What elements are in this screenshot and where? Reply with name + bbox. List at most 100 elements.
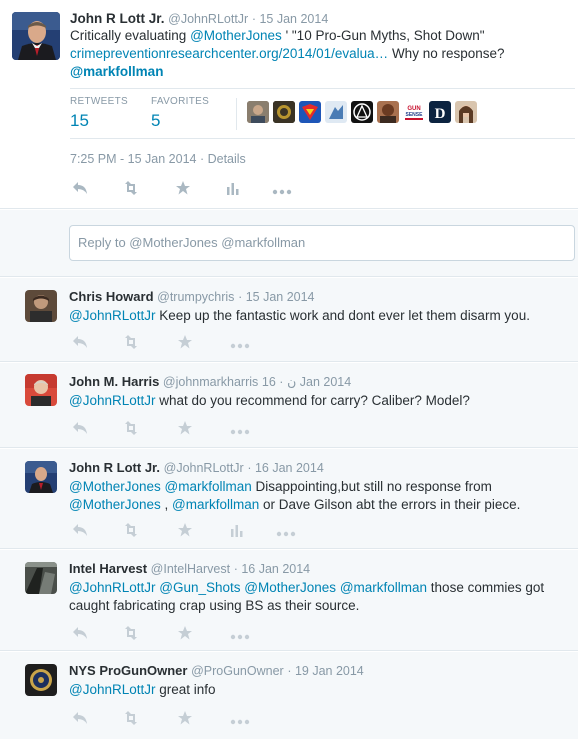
mention-link[interactable]: @MotherJones	[69, 497, 161, 512]
reply-input[interactable]: Reply to @MotherJones @markfollman	[69, 225, 575, 261]
reply-icon[interactable]	[72, 335, 88, 352]
retweets-count: 15	[70, 111, 89, 130]
reply-icon[interactable]	[72, 421, 88, 438]
author-handle[interactable]: @ProGunOwner	[191, 664, 284, 678]
avatar[interactable]	[273, 101, 295, 123]
main-tweet-header: John R Lott Jr. @JohnRLottJr · 15 Jan 20…	[70, 11, 328, 26]
more-icon[interactable]	[276, 524, 296, 540]
avatar[interactable]	[247, 101, 269, 123]
mention-link[interactable]: @markfollman	[172, 497, 259, 512]
avatar[interactable]	[25, 664, 57, 696]
reply-header: Intel Harvest @IntelHarvest · 16 Jan 201…	[69, 561, 310, 576]
author-handle[interactable]: @JohnRLottJr	[168, 12, 248, 26]
stats-divider-top	[70, 88, 575, 89]
tweet-text: ' "10 Pro-Gun Myths, Shot Down"	[281, 28, 485, 43]
more-icon[interactable]	[272, 182, 292, 198]
retweet-icon[interactable]	[122, 181, 140, 198]
favoriter-avatars: GUN SENSE D	[247, 101, 481, 123]
more-icon[interactable]	[230, 422, 250, 438]
svg-text:D: D	[435, 106, 446, 122]
url-link[interactable]: crimepreventionresearchcenter.org/2014/0…	[70, 46, 388, 61]
mention-link[interactable]: @markfollman	[165, 479, 252, 494]
favorite-icon[interactable]	[178, 523, 192, 540]
avatar[interactable]	[25, 290, 57, 322]
tweet-date[interactable]: · 16 Jan 2014	[262, 375, 351, 389]
avatar[interactable]: D	[429, 101, 451, 123]
mention-link[interactable]: @MotherJones	[190, 28, 282, 43]
tweet-date[interactable]: · 16 Jan 2014	[247, 461, 323, 475]
avatar[interactable]	[25, 461, 57, 493]
stats-separator	[236, 98, 237, 130]
author-name[interactable]: John R Lott Jr.	[69, 460, 160, 475]
tweet-actions	[72, 335, 250, 352]
stats-icon[interactable]	[230, 523, 244, 540]
favorite-stat[interactable]: FAVORITES 5	[151, 96, 209, 131]
retweet-stat[interactable]: RETWEETS 15	[70, 96, 128, 131]
retweet-icon[interactable]	[122, 626, 140, 643]
retweet-icon[interactable]	[122, 421, 140, 438]
tweet-text-body: ,	[160, 497, 173, 512]
mention-link[interactable]: @Gun_Shots	[159, 580, 240, 595]
list-item[interactable]: John M. Harris @johnmarkharris ن · 16 Ja…	[0, 363, 578, 448]
tweet-text-body: Keep up the fantastic work and dont ever…	[155, 308, 530, 323]
avatar[interactable]	[12, 12, 60, 60]
more-icon[interactable]	[230, 627, 250, 643]
tweet-text: Critically evaluating	[70, 28, 191, 43]
tweet-date[interactable]: · 15 Jan 2014	[252, 12, 328, 26]
tweet-timestamp: 7:25 PM - 15 Jan 2014	[70, 152, 197, 166]
more-icon[interactable]	[230, 336, 250, 352]
favorite-icon[interactable]	[176, 181, 190, 198]
mention-link[interactable]: @JohnRLottJr	[69, 580, 156, 595]
reply-icon[interactable]	[72, 181, 88, 198]
avatar[interactable]: GUN SENSE	[403, 101, 425, 123]
author-name[interactable]: John R Lott Jr.	[70, 11, 165, 26]
stats-icon[interactable]	[226, 181, 240, 198]
mention-link[interactable]: @markfollman	[340, 580, 427, 595]
avatar[interactable]	[25, 374, 57, 406]
avatar[interactable]	[325, 101, 347, 123]
list-item[interactable]: John R Lott Jr. @JohnRLottJr · 16 Jan 20…	[0, 449, 578, 549]
favorite-icon[interactable]	[178, 711, 192, 728]
mention-link[interactable]: @MotherJones	[69, 479, 161, 494]
tweet-actions	[72, 626, 250, 643]
avatar[interactable]	[455, 101, 477, 123]
list-item[interactable]: Chris Howard @trumpychris · 15 Jan 2014 …	[0, 278, 578, 362]
author-handle[interactable]: @trumpychris	[157, 290, 234, 304]
tweet-date[interactable]: · 15 Jan 2014	[238, 290, 314, 304]
mention-link[interactable]: @markfollman	[70, 64, 163, 79]
reply-icon[interactable]	[72, 523, 88, 540]
tweet-text-line-1: @JohnRLottJr @Gun_Shots @MotherJones @ma…	[69, 578, 544, 597]
tweet-text-line-2: crimepreventionresearchcenter.org/2014/0…	[70, 44, 505, 63]
main-tweet: John R Lott Jr. @JohnRLottJr · 15 Jan 20…	[0, 0, 578, 209]
reply-icon[interactable]	[72, 711, 88, 728]
retweet-icon[interactable]	[122, 335, 140, 352]
author-name[interactable]: NYS ProGunOwner	[69, 663, 187, 678]
more-icon[interactable]	[230, 712, 250, 728]
details-link[interactable]: · Details	[196, 152, 246, 166]
author-name[interactable]: John M. Harris	[69, 374, 159, 389]
list-item[interactable]: NYS ProGunOwner @ProGunOwner · 19 Jan 20…	[0, 652, 578, 739]
author-handle[interactable]: @IntelHarvest	[151, 562, 230, 576]
list-item[interactable]: Intel Harvest @IntelHarvest · 16 Jan 201…	[0, 550, 578, 651]
retweet-icon[interactable]	[122, 711, 140, 728]
avatar[interactable]	[351, 101, 373, 123]
retweets-label: RETWEETS	[70, 96, 128, 107]
favorite-icon[interactable]	[178, 626, 192, 643]
mention-link[interactable]: @MotherJones	[244, 580, 336, 595]
mention-link[interactable]: @JohnRLottJr	[69, 682, 156, 697]
mention-link[interactable]: @JohnRLottJr	[69, 308, 156, 323]
author-handle[interactable]: @JohnRLottJr	[164, 461, 244, 475]
tweet-date[interactable]: · 19 Jan 2014	[287, 664, 363, 678]
avatar[interactable]	[377, 101, 399, 123]
avatar[interactable]	[299, 101, 321, 123]
avatar[interactable]	[25, 562, 57, 594]
author-handle[interactable]: @johnmarkharris	[163, 375, 258, 389]
reply-icon[interactable]	[72, 626, 88, 643]
favorite-icon[interactable]	[178, 335, 192, 352]
retweet-icon[interactable]	[122, 523, 140, 540]
tweet-date[interactable]: · 16 Jan 2014	[234, 562, 310, 576]
mention-link[interactable]: @JohnRLottJr	[69, 393, 156, 408]
author-name[interactable]: Intel Harvest	[69, 561, 147, 576]
author-name[interactable]: Chris Howard	[69, 289, 154, 304]
favorite-icon[interactable]	[178, 421, 192, 438]
